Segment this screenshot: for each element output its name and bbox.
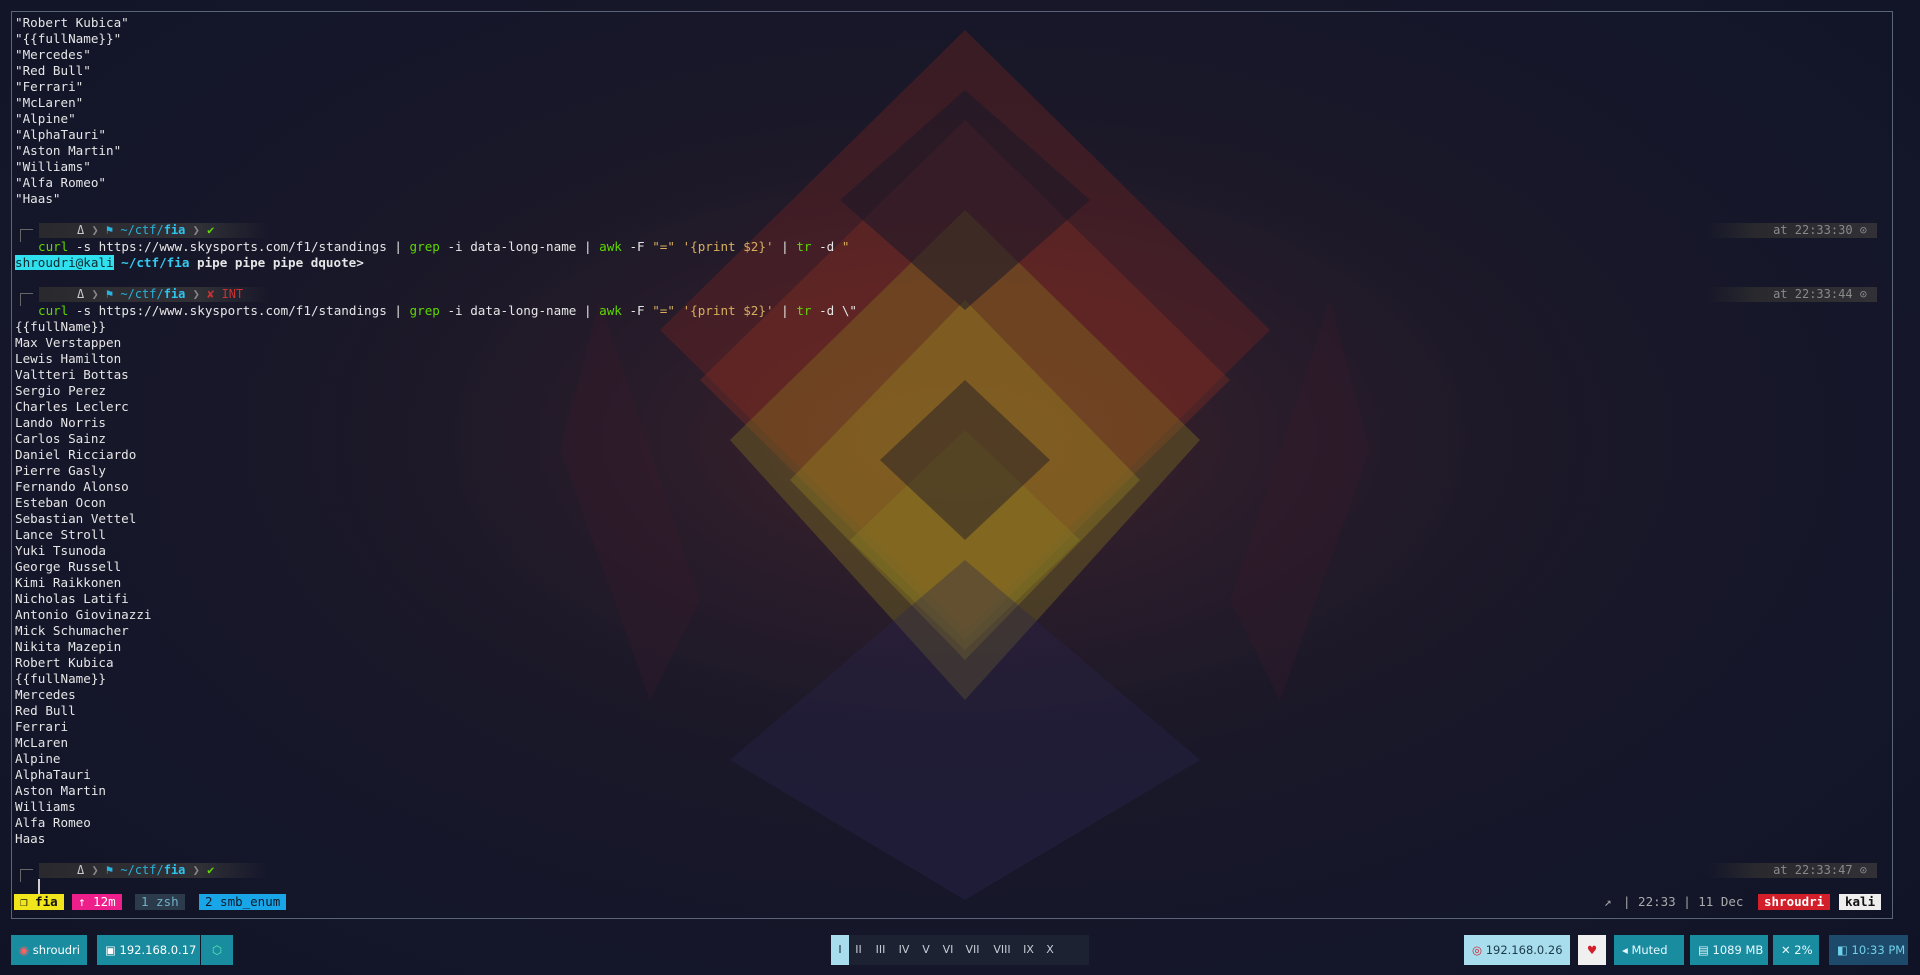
text-cursor[interactable] bbox=[38, 879, 40, 894]
terminal-window[interactable] bbox=[11, 11, 1893, 919]
monitor-icon: ▣ bbox=[105, 943, 120, 957]
output-line: Mercedes bbox=[15, 687, 76, 702]
output-line: "{{fullName}}" bbox=[15, 31, 122, 46]
command-line[interactable]: curl -s https://www.skysports.com/f1/sta… bbox=[38, 239, 849, 255]
output-line: Sebastian Vettel bbox=[15, 511, 137, 526]
prompt-segment: Δ ❯ ⚑ ~/ctf/fia ❯ ✔ bbox=[39, 223, 269, 238]
heart-icon[interactable]: ♥ bbox=[1578, 935, 1606, 965]
tmux-session[interactable]: ❐ fia bbox=[14, 894, 64, 910]
cpu-widget: ✕ 2% bbox=[1773, 935, 1819, 965]
output-line: "Aston Martin" bbox=[15, 143, 122, 158]
workspace-2[interactable]: II bbox=[849, 935, 868, 965]
output-line: "Mercedes" bbox=[15, 47, 91, 62]
user-widget[interactable]: ◉ shroudri bbox=[11, 935, 87, 965]
workspace-4[interactable]: IV bbox=[893, 935, 915, 965]
memory-icon: ▤ bbox=[1698, 943, 1713, 957]
output-line: Carlos Sainz bbox=[15, 431, 106, 446]
output-line: Ferrari bbox=[15, 719, 69, 734]
prompt-bar: Δ ❯ ⚑ ~/ctf/fia ❯ ✘ INT at 22:33:44 ⊙ bbox=[15, 287, 1877, 306]
output-line: AlphaTauri bbox=[15, 767, 91, 782]
output-line: Nicholas Latifi bbox=[15, 591, 129, 606]
output-line: {{fullName}} bbox=[15, 319, 106, 334]
clock-widget: ◧ 10:33 PM bbox=[1829, 935, 1908, 965]
output-line: "Haas" bbox=[15, 191, 61, 206]
output-line: Williams bbox=[15, 799, 76, 814]
workspace-3[interactable]: III bbox=[868, 935, 893, 965]
target-icon: ◎ bbox=[1472, 943, 1486, 957]
workspace-10[interactable]: X bbox=[1039, 935, 1061, 965]
output-line: "Ferrari" bbox=[15, 79, 84, 94]
tmux-user: shroudri bbox=[1758, 894, 1831, 910]
output-line: "Alpine" bbox=[15, 111, 76, 126]
prompt-segment: Δ ❯ ⚑ ~/ctf/fia ❯ ✘ INT bbox=[39, 287, 269, 302]
output-line: {{fullName}} bbox=[15, 671, 106, 686]
prompt-box-icon bbox=[20, 229, 33, 242]
output-line: Fernando Alonso bbox=[15, 479, 129, 494]
prompt-time: at 22:33:47 ⊙ bbox=[1707, 863, 1877, 878]
prompt-time: at 22:33:44 ⊙ bbox=[1707, 287, 1877, 302]
memory-widget: ▤ 1089 MB bbox=[1690, 935, 1768, 965]
output-line: "McLaren" bbox=[15, 95, 84, 110]
prompt-segment: Δ ❯ ⚑ ~/ctf/fia ❯ ✔ bbox=[39, 863, 269, 878]
prompt-box-icon bbox=[20, 869, 33, 882]
tmux-host: kali bbox=[1839, 894, 1882, 910]
output-line: Lewis Hamilton bbox=[15, 351, 122, 366]
output-line: "Williams" bbox=[15, 159, 91, 174]
output-line: Daniel Ricciardo bbox=[15, 447, 137, 462]
output-line: Alpine bbox=[15, 751, 61, 766]
output-line: Aston Martin bbox=[15, 783, 106, 798]
prompt-time: at 22:33:30 ⊙ bbox=[1707, 223, 1877, 238]
output-line: George Russell bbox=[15, 559, 122, 574]
cpu-icon: ✕ bbox=[1781, 943, 1795, 957]
workspace-6[interactable]: VI bbox=[937, 935, 959, 965]
output-line: Alfa Romeo bbox=[15, 815, 91, 830]
output-line: Antonio Giovinazzi bbox=[15, 607, 152, 622]
kali-icon: ◉ bbox=[19, 943, 33, 957]
workspace-9[interactable]: IX bbox=[1018, 935, 1039, 965]
tmux-status-bar: ❐ fia ↑ 12m 1 zsh 2 smb_enum ↗ | 22:33 |… bbox=[14, 894, 1890, 910]
volume-widget[interactable]: ◂ Muted bbox=[1614, 935, 1684, 965]
output-line: "Red Bull" bbox=[15, 63, 91, 78]
tmux-clock: | 22:33 | 11 Dec bbox=[1623, 894, 1744, 909]
cube-icon[interactable]: ⬡ bbox=[201, 935, 233, 965]
output-line: Lando Norris bbox=[15, 415, 106, 430]
workspace-7[interactable]: VII bbox=[959, 935, 986, 965]
output-line: Charles Leclerc bbox=[15, 399, 129, 414]
output-line: Pierre Gasly bbox=[15, 463, 106, 478]
output-line: Kimi Raikkonen bbox=[15, 575, 122, 590]
output-line: Sergio Perez bbox=[15, 383, 106, 398]
output-line: Yuki Tsunoda bbox=[15, 543, 106, 558]
command-line[interactable]: curl -s https://www.skysports.com/f1/sta… bbox=[38, 303, 857, 319]
clock-icon: ◧ bbox=[1837, 943, 1852, 957]
output-line: Max Verstappen bbox=[15, 335, 122, 350]
output-line: "Alfa Romeo" bbox=[15, 175, 106, 190]
output-line: Mick Schumacher bbox=[15, 623, 129, 638]
output-line: Robert Kubica bbox=[15, 655, 114, 670]
workspace-8[interactable]: VIII bbox=[986, 935, 1018, 965]
dquote-line: shroudri@kali ~/ctf/fia pipe pipe pipe d… bbox=[15, 255, 364, 270]
workspace-5[interactable]: V bbox=[915, 935, 937, 965]
output-line: Lance Stroll bbox=[15, 527, 106, 542]
output-line: Red Bull bbox=[15, 703, 76, 718]
output-line: McLaren bbox=[15, 735, 69, 750]
prompt-box-icon bbox=[20, 293, 33, 306]
tmux-uptime: ↑ 12m bbox=[72, 894, 122, 910]
arrow-icon: ↗ bbox=[1604, 894, 1612, 909]
output-line: Valtteri Bottas bbox=[15, 367, 129, 382]
tmux-window-1[interactable]: 1 zsh bbox=[135, 894, 185, 910]
output-line: "AlphaTauri" bbox=[15, 127, 106, 142]
workspace-1[interactable]: I bbox=[831, 935, 849, 965]
output-line: Esteban Ocon bbox=[15, 495, 106, 510]
target-ip-widget[interactable]: ◎ 192.168.0.26 bbox=[1464, 935, 1570, 965]
output-line: Haas bbox=[15, 831, 46, 846]
prompt-bar: Δ ❯ ⚑ ~/ctf/fia ❯ ✔ at 22:33:30 ⊙ bbox=[15, 223, 1877, 242]
workspace-switcher: I II III IV V VI VII VIII IX X bbox=[831, 935, 1089, 965]
output-line: "Robert Kubica" bbox=[15, 15, 129, 30]
prompt-bar: Δ ❯ ⚑ ~/ctf/fia ❯ ✔ at 22:33:47 ⊙ bbox=[15, 863, 1877, 882]
output-line: Nikita Mazepin bbox=[15, 639, 122, 654]
local-ip-widget[interactable]: ▣ 192.168.0.17 bbox=[97, 935, 200, 965]
tmux-window-2[interactable]: 2 smb_enum bbox=[199, 894, 287, 910]
system-panel: ◉ shroudri ▣ 192.168.0.17 ⬡ I II III IV V VI V… bbox=[0, 928, 1920, 973]
